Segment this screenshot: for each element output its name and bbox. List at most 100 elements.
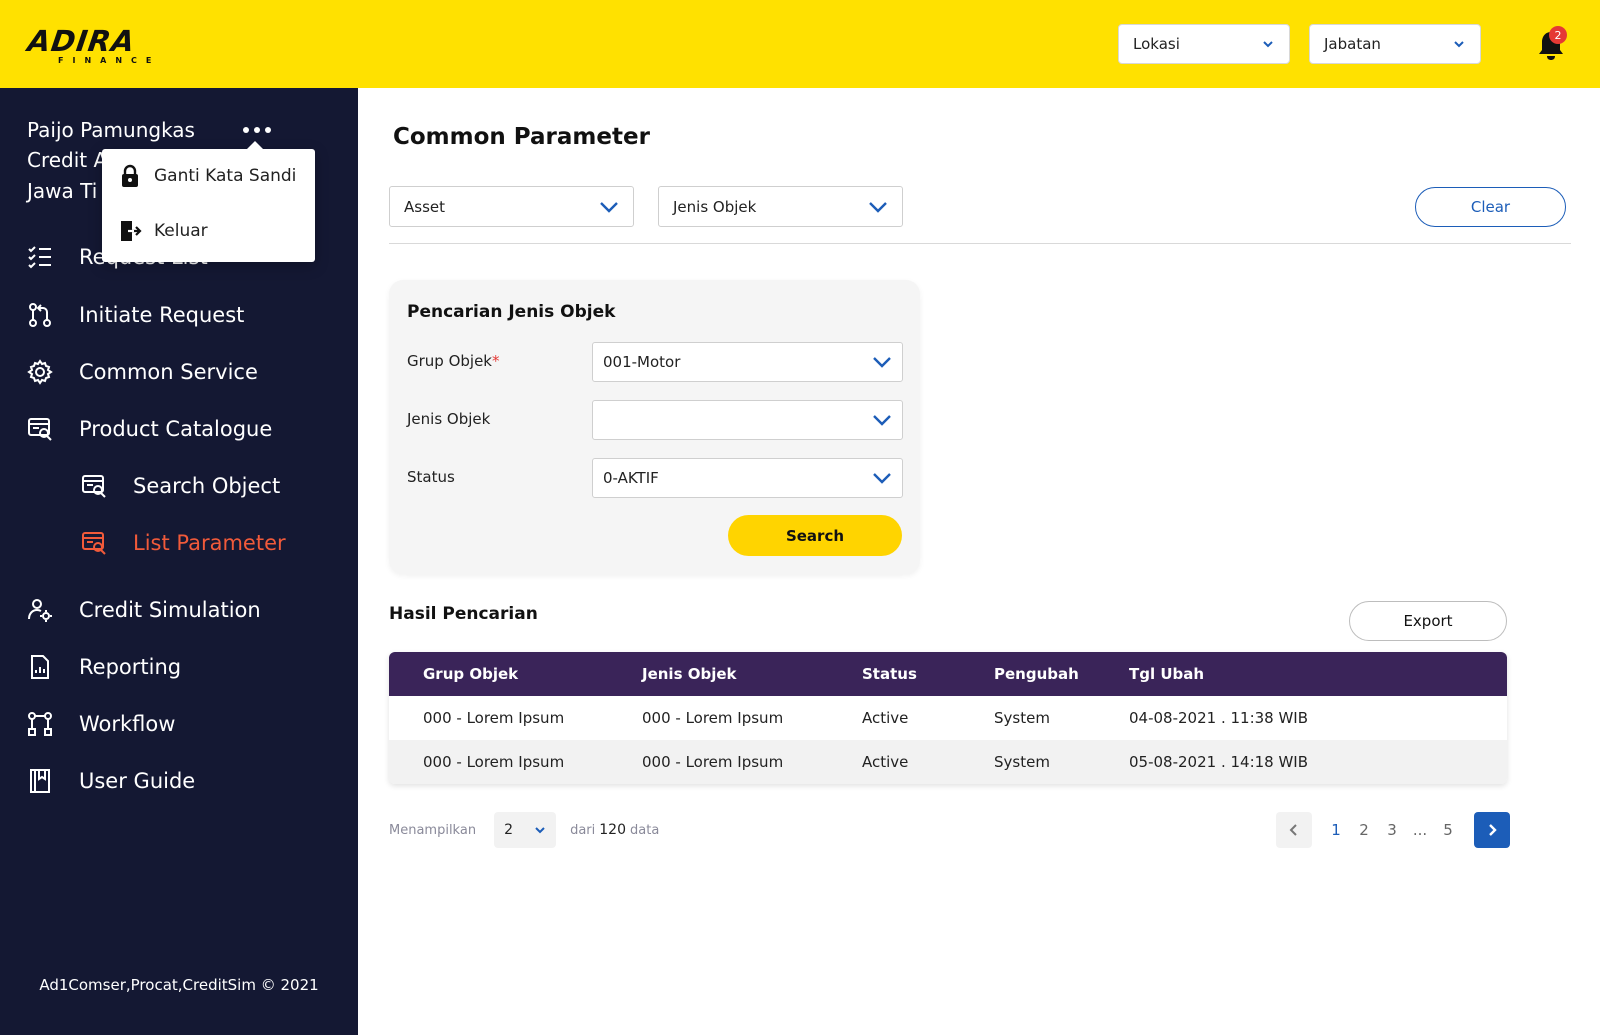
results-title: Hasil Pencarian	[389, 604, 538, 624]
table-row[interactable]: 000 - Lorem Ipsum 000 - Lorem Ipsum Acti…	[389, 740, 1507, 784]
sidebar-item-workflow[interactable]: Workflow	[27, 707, 175, 741]
table-cell: 04-08-2021 . 11:38 WIB	[1129, 709, 1309, 727]
sidebar-item-label: Product Catalogue	[79, 417, 273, 441]
book-icon	[27, 768, 53, 794]
divider	[389, 243, 1571, 244]
position-select[interactable]: Jabatan	[1309, 24, 1481, 64]
jenis-objek-filter-select[interactable]: Jenis Objek	[658, 186, 903, 227]
more-options-icon[interactable]	[243, 124, 275, 136]
user-role: Credit A	[27, 148, 108, 172]
position-select-value: Jabatan	[1324, 35, 1381, 53]
column-header[interactable]: Jenis Objek	[642, 652, 737, 696]
page-ellipsis: ...	[1412, 821, 1428, 839]
sidebar-item-label: List Parameter	[133, 531, 286, 555]
column-header[interactable]: Status	[862, 652, 917, 696]
checklist-icon	[27, 244, 53, 270]
column-header[interactable]: Grup Objek	[423, 652, 518, 696]
grup-objek-label-text: Grup Objek	[407, 352, 492, 370]
sidebar-item-product-catalogue[interactable]: Product Catalogue	[27, 412, 272, 446]
sidebar-item-initiate-request[interactable]: Initiate Request	[27, 298, 244, 332]
user-name: Paijo Pamungkas	[27, 118, 195, 142]
grup-objek-select[interactable]: 001-Motor	[592, 342, 903, 382]
page-size-select[interactable]: 2	[494, 812, 557, 848]
sidebar-item-common-service[interactable]: Common Service	[27, 355, 258, 389]
search-card: Pencarian Jenis Objek Grup Objek* 001-Mo…	[389, 280, 920, 574]
pagination: 1 2 3 ... 5	[1276, 812, 1510, 848]
chevron-down-icon	[1454, 41, 1464, 48]
logout-menu-item[interactable]: Keluar	[118, 216, 208, 246]
page-number-5[interactable]: 5	[1434, 821, 1462, 839]
status-value: 0-AKTIF	[603, 469, 659, 487]
sidebar-item-reporting[interactable]: Reporting	[27, 650, 181, 684]
table-cell: 05-08-2021 . 14:18 WIB	[1129, 753, 1309, 771]
workflow-icon	[27, 711, 53, 737]
chevron-left-icon	[1289, 824, 1297, 836]
table-cell: System	[994, 709, 1050, 727]
required-marker: *	[492, 352, 500, 370]
asset-filter-value: Asset	[404, 197, 446, 216]
chevron-down-icon	[873, 473, 891, 484]
location-select[interactable]: Lokasi	[1118, 24, 1290, 64]
sidebar-item-user-guide[interactable]: User Guide	[27, 764, 195, 798]
change-password-menu-item[interactable]: Ganti Kata Sandi	[118, 161, 296, 191]
chevron-down-icon	[1263, 41, 1273, 48]
sidebar-item-label: Reporting	[79, 655, 182, 679]
logo-main-text: ADIRA	[25, 24, 138, 58]
top-header: ADIRA FINANCE Lokasi Jabatan 2	[0, 0, 1600, 88]
sidebar-item-search-object[interactable]: Search Object	[81, 469, 280, 503]
results-table: Grup Objek Jenis Objek Status Pengubah T…	[389, 652, 1507, 784]
catalogue-search-icon	[81, 530, 107, 556]
table-cell: 000 - Lorem Ipsum	[642, 753, 784, 771]
table-cell: 000 - Lorem Ipsum	[642, 709, 784, 727]
sidebar-item-label: Workflow	[79, 712, 176, 736]
catalogue-search-icon	[81, 473, 107, 499]
logout-icon	[118, 219, 142, 243]
status-label: Status	[407, 468, 455, 486]
page-number-2[interactable]: 2	[1350, 821, 1378, 839]
page-size-value: 2	[504, 822, 513, 838]
table-cell: 000 - Lorem Ipsum	[423, 709, 565, 727]
jenis-objek-select[interactable]	[592, 400, 903, 440]
jenis-objek-label: Jenis Objek	[407, 410, 491, 428]
user-gear-icon	[27, 597, 53, 623]
menu-item-label: Ganti Kata Sandi	[154, 166, 297, 186]
page-number-3[interactable]: 3	[1378, 821, 1406, 839]
chevron-down-icon	[869, 201, 887, 213]
sidebar-item-label: Initiate Request	[79, 303, 245, 327]
search-button[interactable]: Search	[728, 515, 902, 556]
table-cell: System	[994, 753, 1050, 771]
chevron-down-icon	[535, 827, 545, 834]
clear-button[interactable]: Clear	[1415, 187, 1566, 227]
export-button[interactable]: Export	[1349, 601, 1507, 641]
gear-icon	[27, 359, 53, 385]
column-header[interactable]: Pengubah	[994, 652, 1079, 696]
asset-filter-select[interactable]: Asset	[389, 186, 634, 227]
previous-page-button[interactable]	[1276, 812, 1312, 848]
sidebar-item-label: Credit Simulation	[79, 598, 261, 622]
table-cell: 000 - Lorem Ipsum	[423, 753, 565, 771]
chevron-down-icon	[600, 201, 618, 213]
data-label: data	[630, 822, 660, 838]
page-numbers: 1 2 3 ... 5	[1322, 821, 1462, 839]
sidebar-footer: Ad1Comser,Procat,CreditSim © 2021	[39, 976, 319, 994]
next-page-button[interactable]	[1474, 812, 1510, 848]
notification-badge: 2	[1549, 26, 1567, 44]
adira-finance-logo[interactable]: ADIRA FINANCE	[25, 24, 168, 65]
sidebar-item-credit-simulation[interactable]: Credit Simulation	[27, 593, 261, 627]
status-select[interactable]: 0-AKTIF	[592, 458, 903, 498]
page-number-1[interactable]: 1	[1322, 821, 1350, 839]
chevron-right-icon	[1489, 824, 1497, 836]
user-menu-popup: Ganti Kata Sandi Keluar	[102, 141, 315, 262]
sidebar-item-label: Search Object	[133, 474, 281, 498]
sidebar-item-list-parameter[interactable]: List Parameter	[81, 526, 286, 560]
chevron-down-icon	[873, 357, 891, 368]
chevron-down-icon	[873, 415, 891, 426]
report-icon	[27, 654, 53, 680]
menu-item-label: Keluar	[154, 221, 208, 241]
table-header: Grup Objek Jenis Objek Status Pengubah T…	[389, 652, 1507, 696]
table-row[interactable]: 000 - Lorem Ipsum 000 - Lorem Ipsum Acti…	[389, 696, 1507, 740]
table-cell: Active	[862, 709, 909, 727]
grup-objek-label: Grup Objek*	[407, 352, 500, 370]
column-header[interactable]: Tgl Ubah	[1129, 652, 1204, 696]
user-region: Jawa Ti	[27, 179, 98, 203]
